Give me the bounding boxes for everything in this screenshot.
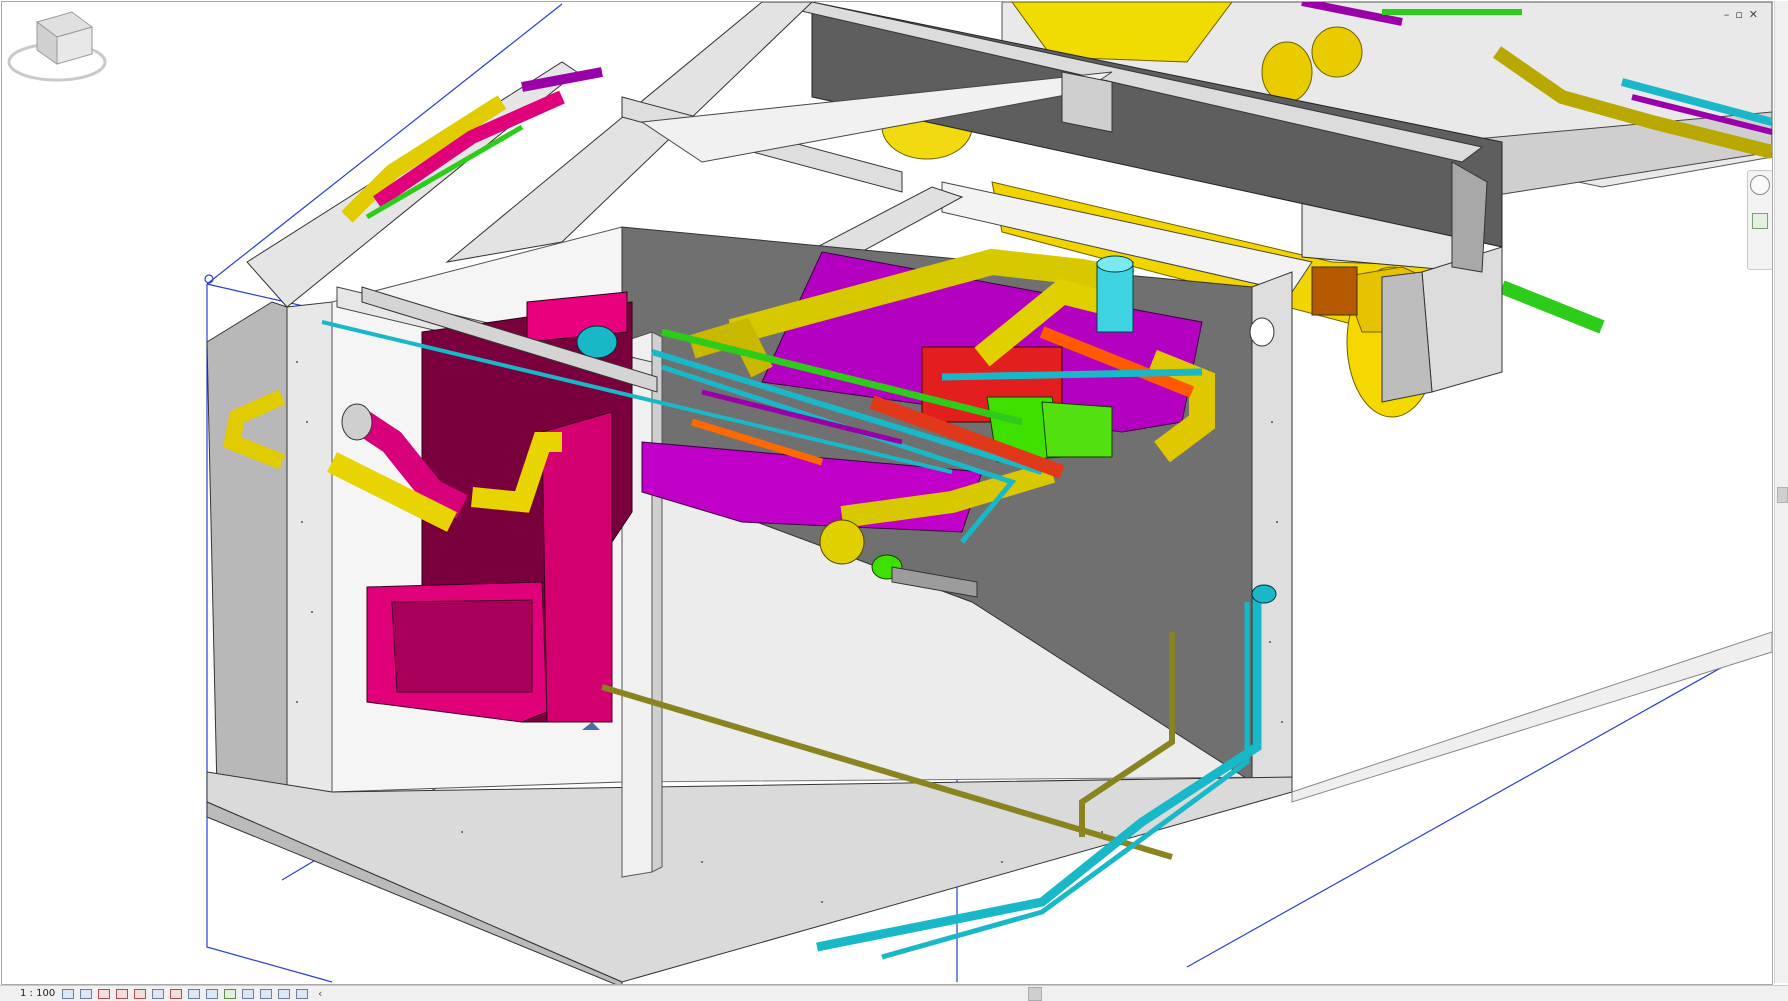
restore-button[interactable]: ▫	[1735, 8, 1742, 21]
shadows-icon[interactable]	[116, 988, 128, 999]
crop-region-icon[interactable]	[134, 988, 146, 999]
design-options-icon[interactable]	[296, 988, 308, 999]
building-model-render[interactable]	[2, 2, 1772, 984]
vertical-scrollbar[interactable]	[1774, 1, 1788, 983]
worksharing-icon[interactable]	[224, 988, 236, 999]
detail-level-icon[interactable]	[62, 988, 74, 999]
viewcube-icon[interactable]	[2, 2, 112, 87]
sun-path-icon[interactable]	[98, 988, 110, 999]
temporary-hide-icon[interactable]	[188, 988, 200, 999]
visual-style-icon[interactable]	[80, 988, 92, 999]
view-control-bar: 1 : 100 ‹	[0, 985, 1788, 1001]
show-crop-icon[interactable]	[152, 988, 164, 999]
zoom-icon[interactable]	[1752, 213, 1768, 229]
analytical-model-icon[interactable]	[242, 988, 254, 999]
3d-lock-icon[interactable]	[170, 988, 182, 999]
view-scale[interactable]: 1 : 100	[20, 988, 62, 999]
horizontal-scroll-thumb[interactable]	[1028, 987, 1042, 1001]
3d-view-canvas[interactable]: – ▫ ✕	[1, 1, 1773, 985]
constraints-icon[interactable]	[278, 988, 290, 999]
navigation-bar[interactable]	[1747, 170, 1772, 270]
reveal-hidden-icon[interactable]	[206, 988, 218, 999]
highlight-displacement-icon[interactable]	[260, 988, 272, 999]
vertical-scroll-thumb[interactable]	[1777, 487, 1788, 503]
window-controls: – ▫ ✕	[1724, 8, 1758, 21]
scroll-left-icon[interactable]: ‹	[318, 987, 322, 1000]
minimize-button[interactable]: –	[1724, 8, 1730, 21]
close-button[interactable]: ✕	[1749, 8, 1758, 21]
steering-wheel-icon[interactable]	[1750, 175, 1770, 195]
view-control-icons	[62, 988, 314, 999]
